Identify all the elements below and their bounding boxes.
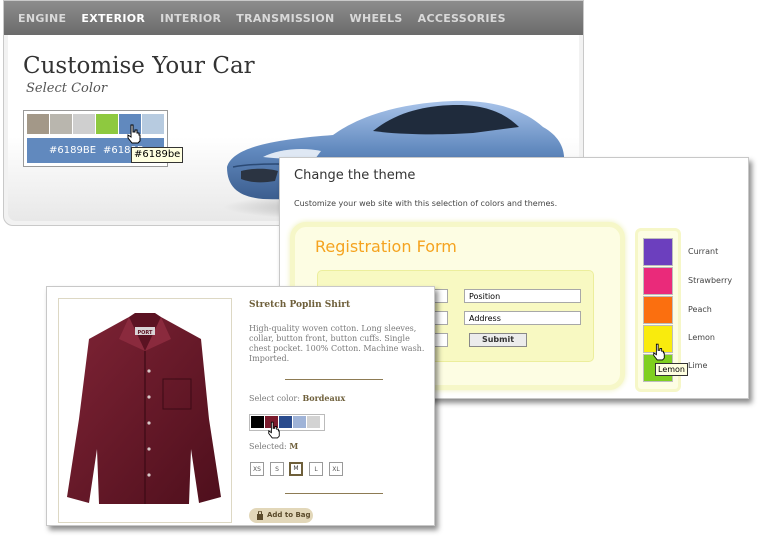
hand-cursor-icon <box>127 124 141 144</box>
color-value: Bordeaux <box>302 393 346 403</box>
divider <box>285 379 383 380</box>
theme-label-lime: Lime <box>688 361 708 370</box>
shirt-swatch-light-blue[interactable] <box>293 416 306 428</box>
nav-engine[interactable]: ENGINE <box>18 12 66 25</box>
theme-swatch-peach[interactable] <box>643 296 673 324</box>
position-field[interactable]: Position <box>464 289 581 303</box>
theme-tooltip: Lemon <box>655 363 688 376</box>
selected-size-label: Selected: M <box>249 441 298 451</box>
add-to-bag-button[interactable]: Add to Bag <box>249 508 313 523</box>
product-image-frame: PORT <box>58 298 232 523</box>
nav-accessories[interactable]: ACCESSORIES <box>418 12 506 25</box>
theme-label-lemon: Lemon <box>688 333 715 342</box>
shirt-image: PORT <box>67 313 221 504</box>
color-swatch-stone[interactable] <box>50 114 72 134</box>
hand-cursor-icon <box>653 343 665 361</box>
nav-interior[interactable]: INTERIOR <box>160 12 221 25</box>
hand-cursor-icon <box>268 421 280 439</box>
page-title: Customise Your Car <box>23 53 255 79</box>
bag-icon <box>257 511 263 520</box>
color-selection-label: Select color: Bordeaux <box>249 393 345 403</box>
theme-label-peach: Peach <box>688 305 712 314</box>
shirt-swatch-grey[interactable] <box>307 416 320 428</box>
page-subtitle: Select Color <box>26 81 108 96</box>
theme-label-strawberry: Strawberry <box>688 276 733 285</box>
color-swatch-silver[interactable] <box>73 114 95 134</box>
nav-exterior[interactable]: EXTERIOR <box>81 12 145 25</box>
product-description: High-quality woven cotton. Long sleeves,… <box>249 324 425 363</box>
brand-tag-text: PORT <box>138 330 154 336</box>
selected-label-text: Selected: <box>249 442 287 451</box>
color-swatch-taupe[interactable] <box>27 114 49 134</box>
selected-size-value: M <box>289 441 299 451</box>
submit-button[interactable]: Submit <box>469 333 527 347</box>
product-panel: PORT Stretch Poplin Shirt High-quality w… <box>46 286 435 526</box>
theme-description: Customize your web site with this select… <box>294 199 558 208</box>
color-swatch-green[interactable] <box>96 114 118 134</box>
preview-hex-label: #6189BE <box>49 145 97 156</box>
product-name: Stretch Poplin Shirt <box>249 300 351 310</box>
car-nav-bar: ENGINE EXTERIOR INTERIOR TRANSMISSION WH… <box>4 1 583 35</box>
shirt-swatch-black[interactable] <box>251 416 264 428</box>
nav-wheels[interactable]: WHEELS <box>350 12 403 25</box>
size-l[interactable]: L <box>309 462 323 476</box>
theme-swatch-currant[interactable] <box>643 238 673 266</box>
color-tooltip: #6189be <box>131 147 184 163</box>
add-to-bag-label: Add to Bag <box>267 511 311 519</box>
address-field[interactable]: Address <box>464 311 581 325</box>
size-s[interactable]: S <box>270 462 284 476</box>
color-label-text: Select color: <box>249 394 300 403</box>
shirt-color-swatches <box>249 414 325 431</box>
theme-swatch-strawberry[interactable] <box>643 267 673 295</box>
size-xl[interactable]: XL <box>329 462 343 476</box>
color-swatch-light-blue[interactable] <box>142 114 164 134</box>
theme-label-currant: Currant <box>688 247 719 256</box>
divider <box>285 493 383 494</box>
theme-title: Change the theme <box>294 168 416 183</box>
registration-form-title: Registration Form <box>315 237 457 256</box>
nav-transmission[interactable]: TRANSMISSION <box>236 12 334 25</box>
size-xs[interactable]: XS <box>250 462 264 476</box>
size-m[interactable]: M <box>289 462 303 476</box>
